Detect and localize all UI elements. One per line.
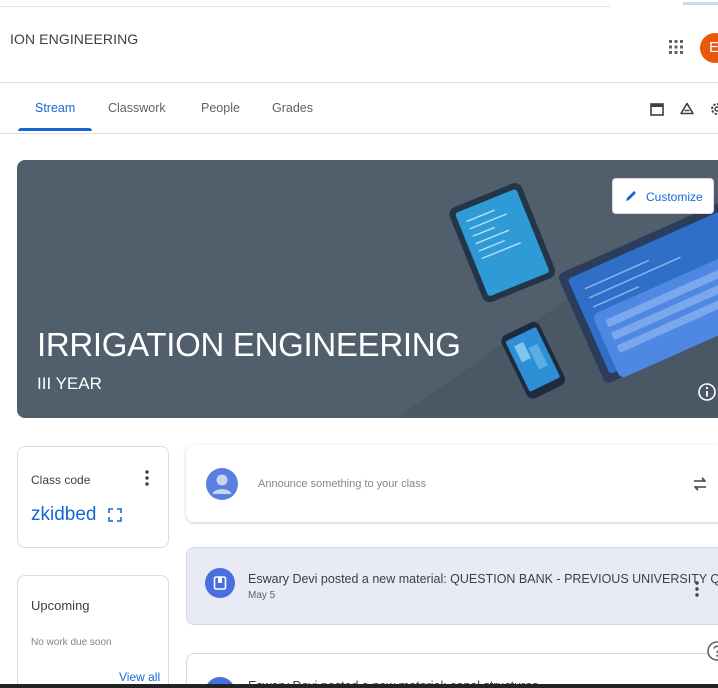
fullscreen-icon[interactable]: [108, 508, 122, 522]
drive-icon[interactable]: [679, 101, 695, 117]
top-accent: [683, 2, 718, 5]
browser-top-strip: [0, 0, 718, 8]
tab-classwork[interactable]: Classwork: [108, 101, 166, 115]
settings-icon[interactable]: [709, 101, 718, 117]
stream-post[interactable]: Eswary Devi posted a new material: canal…: [186, 653, 718, 688]
banner-section: III YEAR: [37, 374, 102, 393]
account-avatar[interactable]: E: [700, 33, 718, 63]
bottom-edge: [0, 684, 718, 688]
banner-class-title: IRRIGATION ENGINEERING: [37, 326, 461, 363]
class-code-label: Class code: [31, 473, 91, 487]
tab-stream[interactable]: Stream: [35, 101, 75, 115]
app-header: ION ENGINEERING E: [0, 8, 718, 83]
more-options-icon[interactable]: [142, 469, 152, 487]
tab-grades[interactable]: Grades: [272, 101, 313, 115]
repost-icon[interactable]: [691, 475, 709, 493]
class-banner: IRRIGATION ENGINEERING III YEAR Customiz…: [17, 160, 718, 418]
class-tabs: Stream Classwork People Grades: [0, 84, 718, 134]
tab-people[interactable]: People: [201, 101, 240, 115]
upcoming-card: Upcoming No work due soon View all: [17, 575, 169, 688]
customize-button[interactable]: Customize: [612, 178, 714, 214]
calendar-icon[interactable]: [649, 101, 665, 117]
book-icon: [213, 576, 227, 590]
pencil-icon: [626, 191, 636, 201]
more-options-icon[interactable]: [692, 580, 702, 598]
upcoming-empty-text: No work due soon: [31, 637, 112, 648]
stream-post[interactable]: Eswary Devi posted a new material: QUEST…: [186, 547, 718, 625]
class-code-card: Class code zkidbed: [17, 446, 169, 548]
google-apps-icon[interactable]: [667, 38, 685, 56]
divider: [0, 6, 610, 7]
upcoming-title: Upcoming: [31, 598, 90, 613]
user-avatar-icon: [206, 468, 238, 500]
post-title[interactable]: Eswary Devi posted a new material: QUEST…: [248, 572, 718, 586]
info-icon[interactable]: [697, 382, 717, 402]
active-tab-indicator: [18, 128, 92, 131]
class-code-value: zkidbed: [31, 504, 97, 525]
announce-placeholder[interactable]: Announce something to your class: [258, 478, 426, 490]
post-date: May 5: [248, 590, 276, 601]
customize-label: Customize: [646, 190, 703, 204]
class-title[interactable]: ION ENGINEERING: [10, 31, 138, 47]
announce-box[interactable]: Announce something to your class: [186, 445, 718, 522]
view-all-link[interactable]: View all: [119, 670, 160, 684]
material-icon: [205, 568, 235, 598]
help-icon[interactable]: [706, 640, 718, 662]
